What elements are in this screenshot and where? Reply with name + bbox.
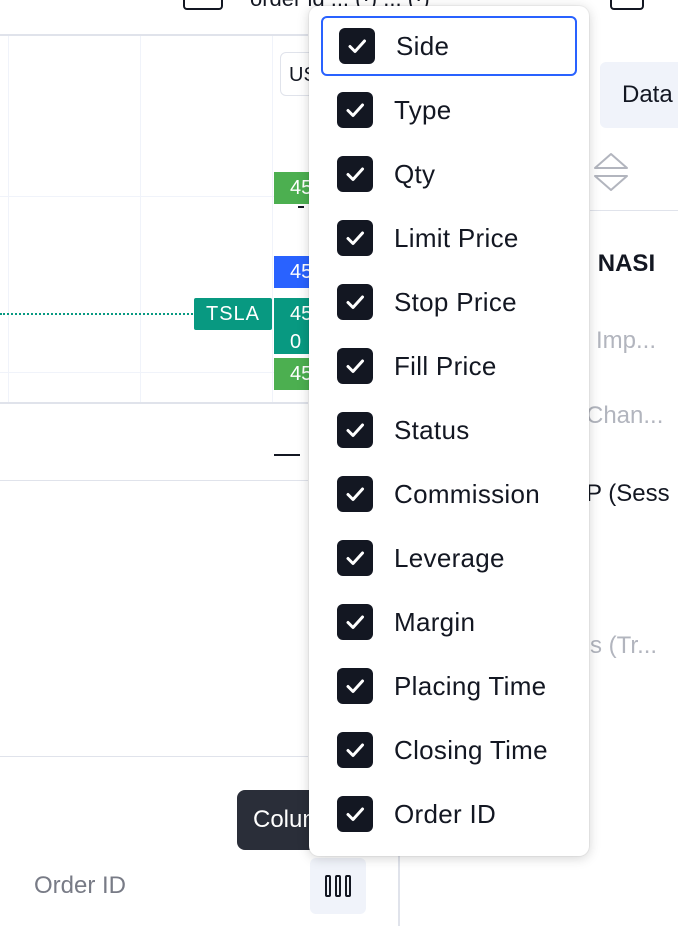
menu-item-label: Limit Price <box>394 222 519 253</box>
checkbox-checked-icon[interactable] <box>337 540 373 576</box>
menu-item-label: Side <box>396 30 450 61</box>
menu-item-label: Placing Time <box>394 670 547 701</box>
menu-item-stop-price[interactable]: Stop Price <box>321 272 577 332</box>
menu-item-label: Margin <box>394 606 476 637</box>
menu-item-label: Order ID <box>394 798 497 829</box>
menu-item-side[interactable]: Side <box>321 16 577 76</box>
columns-tooltip: Columns <box>237 790 317 850</box>
menu-item-status[interactable]: Status <box>321 400 577 460</box>
right-panel-row: P (Sess <box>586 480 670 507</box>
menu-item-margin[interactable]: Margin <box>321 592 577 652</box>
column-icon-bar <box>335 875 341 897</box>
checkbox-checked-icon[interactable] <box>337 92 373 128</box>
checkbox-checked-icon[interactable] <box>339 28 375 64</box>
menu-item-type[interactable]: Type <box>321 80 577 140</box>
right-panel-row: s (Tr... <box>590 632 658 659</box>
column-icon-bar <box>345 875 351 897</box>
panel-divider <box>0 756 308 757</box>
menu-item-label: Fill Price <box>394 350 497 381</box>
sort-icon[interactable] <box>592 150 630 194</box>
checkbox-checked-icon[interactable] <box>337 604 373 640</box>
menu-item-label: Leverage <box>394 542 505 573</box>
price-label-last: 45 <box>274 256 314 288</box>
checkbox-checked-icon[interactable] <box>337 732 373 768</box>
toolbar-icon[interactable] <box>183 0 223 10</box>
menu-item-order-id[interactable]: Order ID <box>321 784 577 844</box>
checkbox-checked-icon[interactable] <box>337 284 373 320</box>
menu-item-label: Commission <box>394 478 541 509</box>
checkbox-checked-icon[interactable] <box>337 668 373 704</box>
checkbox-checked-icon[interactable] <box>337 412 373 448</box>
grid-line <box>0 196 308 197</box>
columns-settings-button[interactable] <box>310 858 366 914</box>
minimize-icon[interactable] <box>274 454 300 456</box>
checkbox-checked-icon[interactable] <box>337 796 373 832</box>
menu-item-commission[interactable]: Commission <box>321 464 577 524</box>
panel-divider <box>0 480 308 481</box>
grid-line <box>0 372 308 373</box>
grid-line <box>8 36 9 404</box>
menu-item-label: Type <box>394 94 452 125</box>
right-panel-row: Chan... <box>586 402 664 429</box>
menu-item-fill-price[interactable]: Fill Price <box>321 336 577 396</box>
grid-line <box>272 36 273 404</box>
menu-item-qty[interactable]: Qty <box>321 144 577 204</box>
menu-item-label: Qty <box>394 158 436 189</box>
checkbox-checked-icon[interactable] <box>337 220 373 256</box>
price-chart[interactable]: US TSLA 45 45 45 0 45 <box>0 34 320 404</box>
price-line <box>0 313 196 315</box>
grid-line <box>140 36 141 404</box>
menu-item-leverage[interactable]: Leverage <box>321 528 577 588</box>
menu-item-label: Closing Time <box>394 734 548 765</box>
price-label-low: 45 <box>274 358 314 390</box>
checkbox-checked-icon[interactable] <box>337 476 373 512</box>
order-id-column-header[interactable]: Order ID <box>34 872 126 900</box>
menu-item-placing-time[interactable]: Placing Time <box>321 656 577 716</box>
right-panel-row: Imp... <box>596 327 657 354</box>
price-label-current: 45 0 <box>274 298 314 354</box>
price-label-high: 45 <box>274 172 314 204</box>
panel-divider[interactable] <box>0 402 308 404</box>
menu-item-limit-price[interactable]: Limit Price <box>321 208 577 268</box>
axis-tick <box>298 206 304 208</box>
checkbox-checked-icon[interactable] <box>337 156 373 192</box>
fullscreen-icon[interactable] <box>610 0 644 10</box>
menu-item-label: Stop Price <box>394 286 517 317</box>
columns-menu: Side Type Qty Limit Price Stop Price Fill Pri… <box>309 6 589 856</box>
menu-item-label: Status <box>394 414 470 445</box>
tab-data[interactable]: Data <box>600 62 678 128</box>
ticker-label: TSLA <box>194 298 272 330</box>
column-icon-bar <box>325 875 331 897</box>
checkbox-checked-icon[interactable] <box>337 348 373 384</box>
menu-item-closing-time[interactable]: Closing Time <box>321 720 577 780</box>
panel-divider <box>590 210 678 211</box>
